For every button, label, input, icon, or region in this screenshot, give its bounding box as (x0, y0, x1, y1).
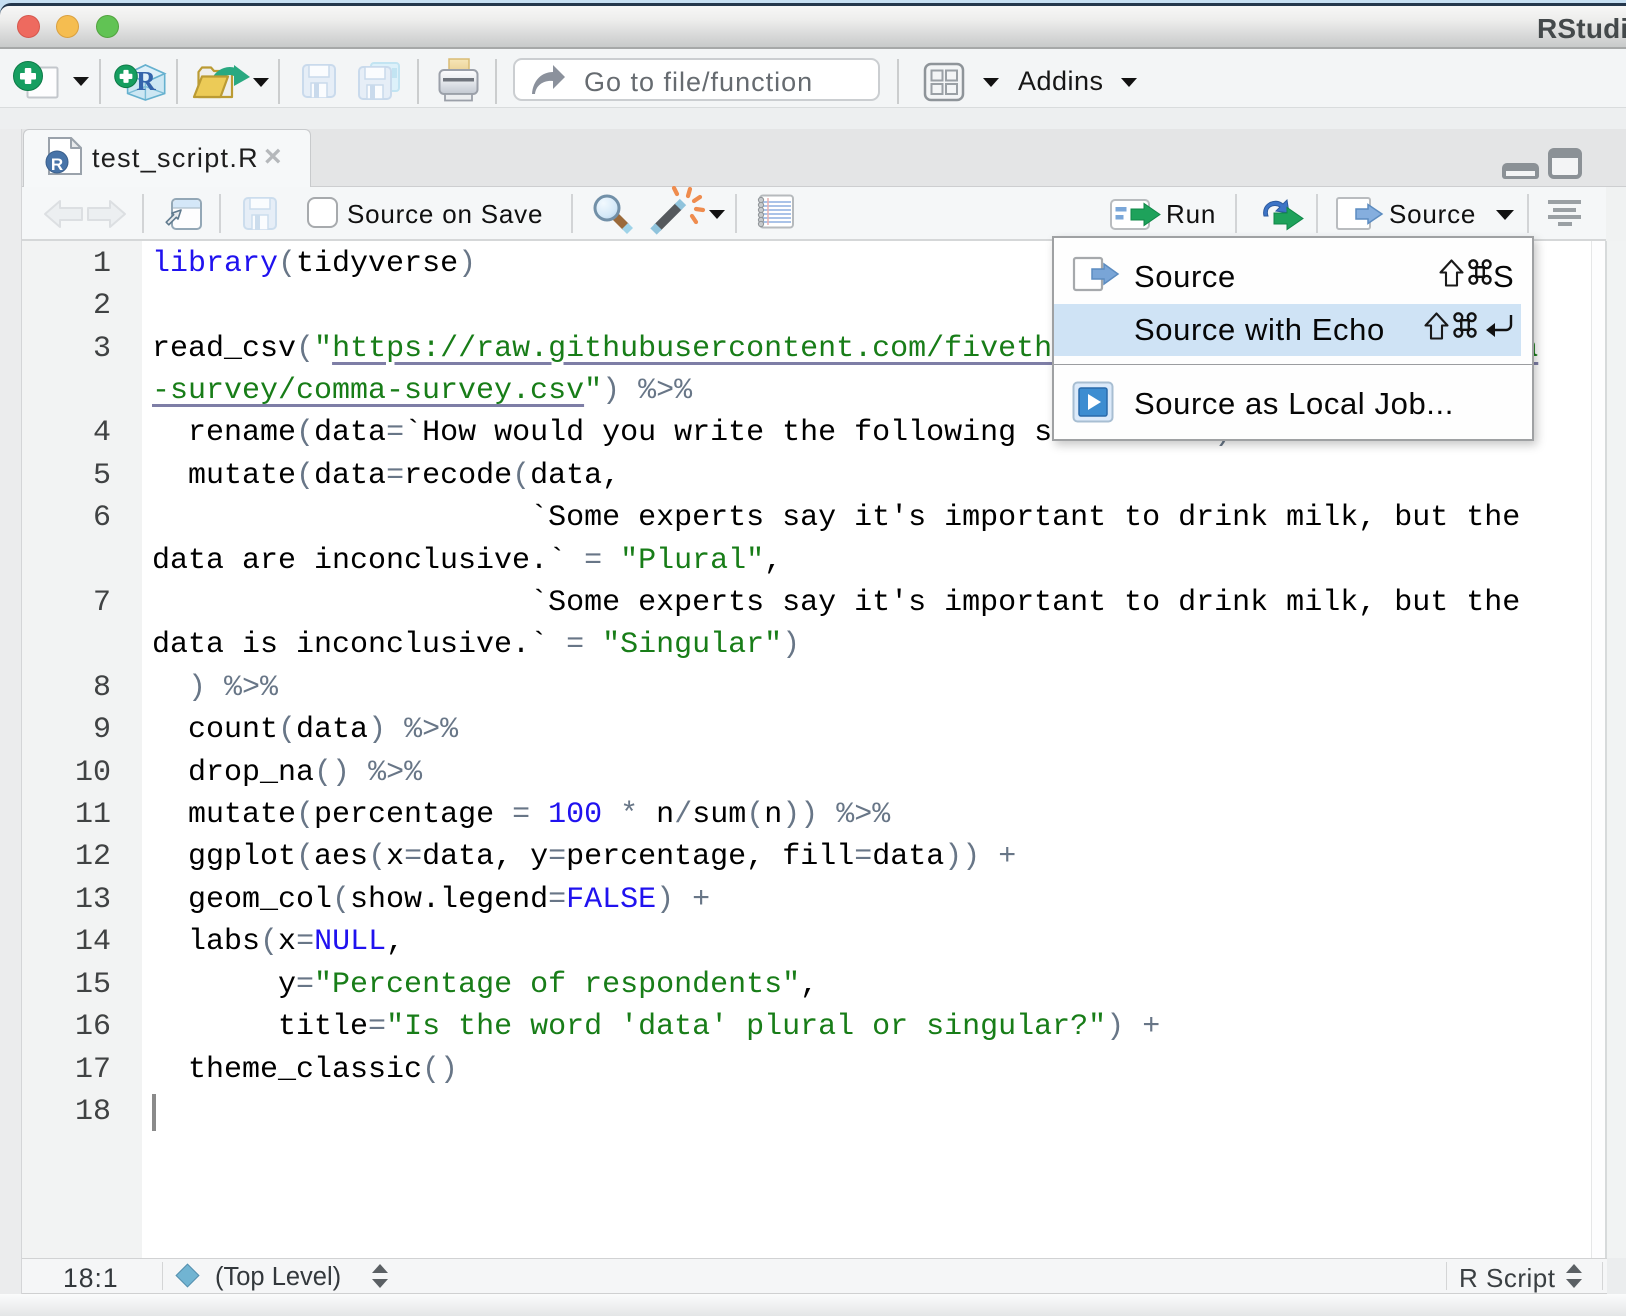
svg-text:R: R (136, 66, 156, 96)
svg-text:R: R (51, 155, 63, 174)
